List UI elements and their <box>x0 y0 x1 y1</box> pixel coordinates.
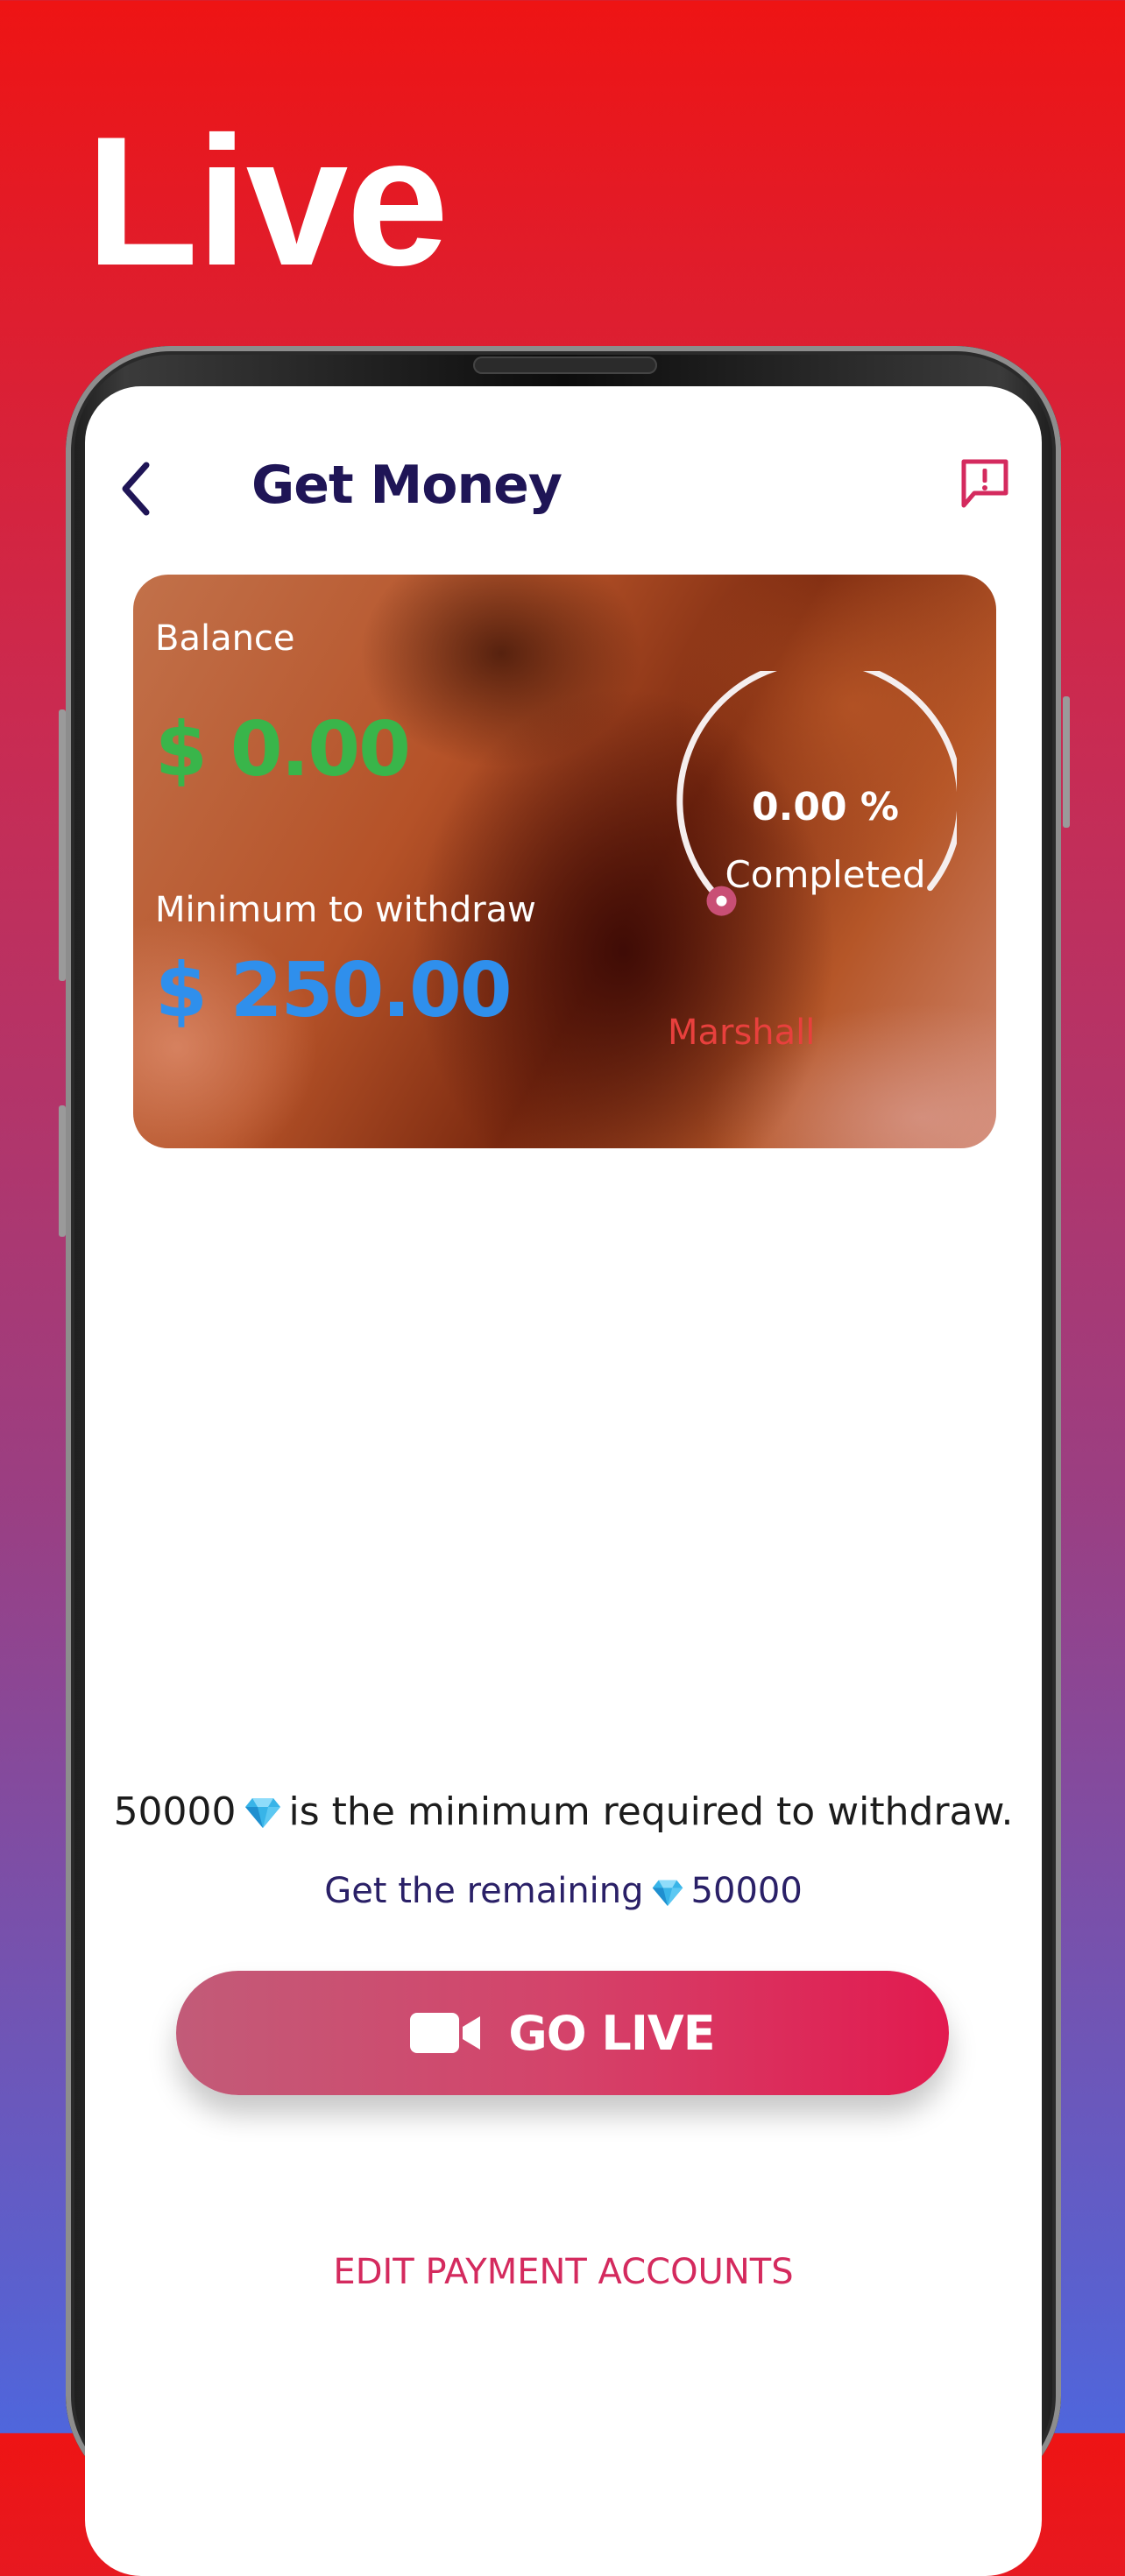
progress-caption: Completed <box>725 853 926 896</box>
remaining-text: Get the remaining 50000 <box>85 1871 1042 1911</box>
minimum-withdraw-label: Minimum to withdraw <box>155 890 536 930</box>
phone-silent-switch <box>59 709 66 981</box>
phone-speaker <box>473 356 657 374</box>
minimum-required-amount: 50000 <box>113 1789 237 1834</box>
phone-power-button <box>1063 696 1070 828</box>
phone-volume-button <box>59 1105 66 1237</box>
phone-frame: Get Money Balance $ 0.00 Minimum to with… <box>66 346 1061 2576</box>
minimum-required-message: is the minimum required to withdraw. <box>288 1789 1014 1834</box>
balance-card: Balance $ 0.00 Minimum to withdraw $ 250… <box>133 575 996 1148</box>
top-bar: Get Money <box>85 386 1042 518</box>
go-live-button[interactable]: GO LIVE <box>176 1971 949 2095</box>
card-holder-name: Marshall <box>668 1013 816 1053</box>
go-live-label: GO LIVE <box>508 2005 715 2061</box>
remaining-prefix: Get the remaining <box>324 1871 644 1911</box>
minimum-required-text: 50000 is the minimum required to withdra… <box>85 1789 1042 1834</box>
chevron-left-icon[interactable] <box>118 458 153 519</box>
diamond-icon <box>244 1798 280 1828</box>
diamond-icon <box>652 1880 683 1907</box>
progress-percentage: 0.00 % <box>752 785 899 829</box>
remaining-amount: 50000 <box>690 1871 803 1911</box>
edit-payment-accounts-link[interactable]: EDIT PAYMENT ACCOUNTS <box>85 2252 1042 2292</box>
page-title: Get Money <box>251 455 562 516</box>
video-camera-icon <box>410 2013 481 2053</box>
report-icon[interactable] <box>959 456 1011 511</box>
balance-value: $ 0.00 <box>155 706 411 794</box>
balance-label: Balance <box>155 618 295 659</box>
minimum-withdraw-value: $ 250.00 <box>155 947 513 1034</box>
promo-title: Live <box>86 98 449 304</box>
app-screen: Get Money Balance $ 0.00 Minimum to with… <box>85 386 1042 2576</box>
